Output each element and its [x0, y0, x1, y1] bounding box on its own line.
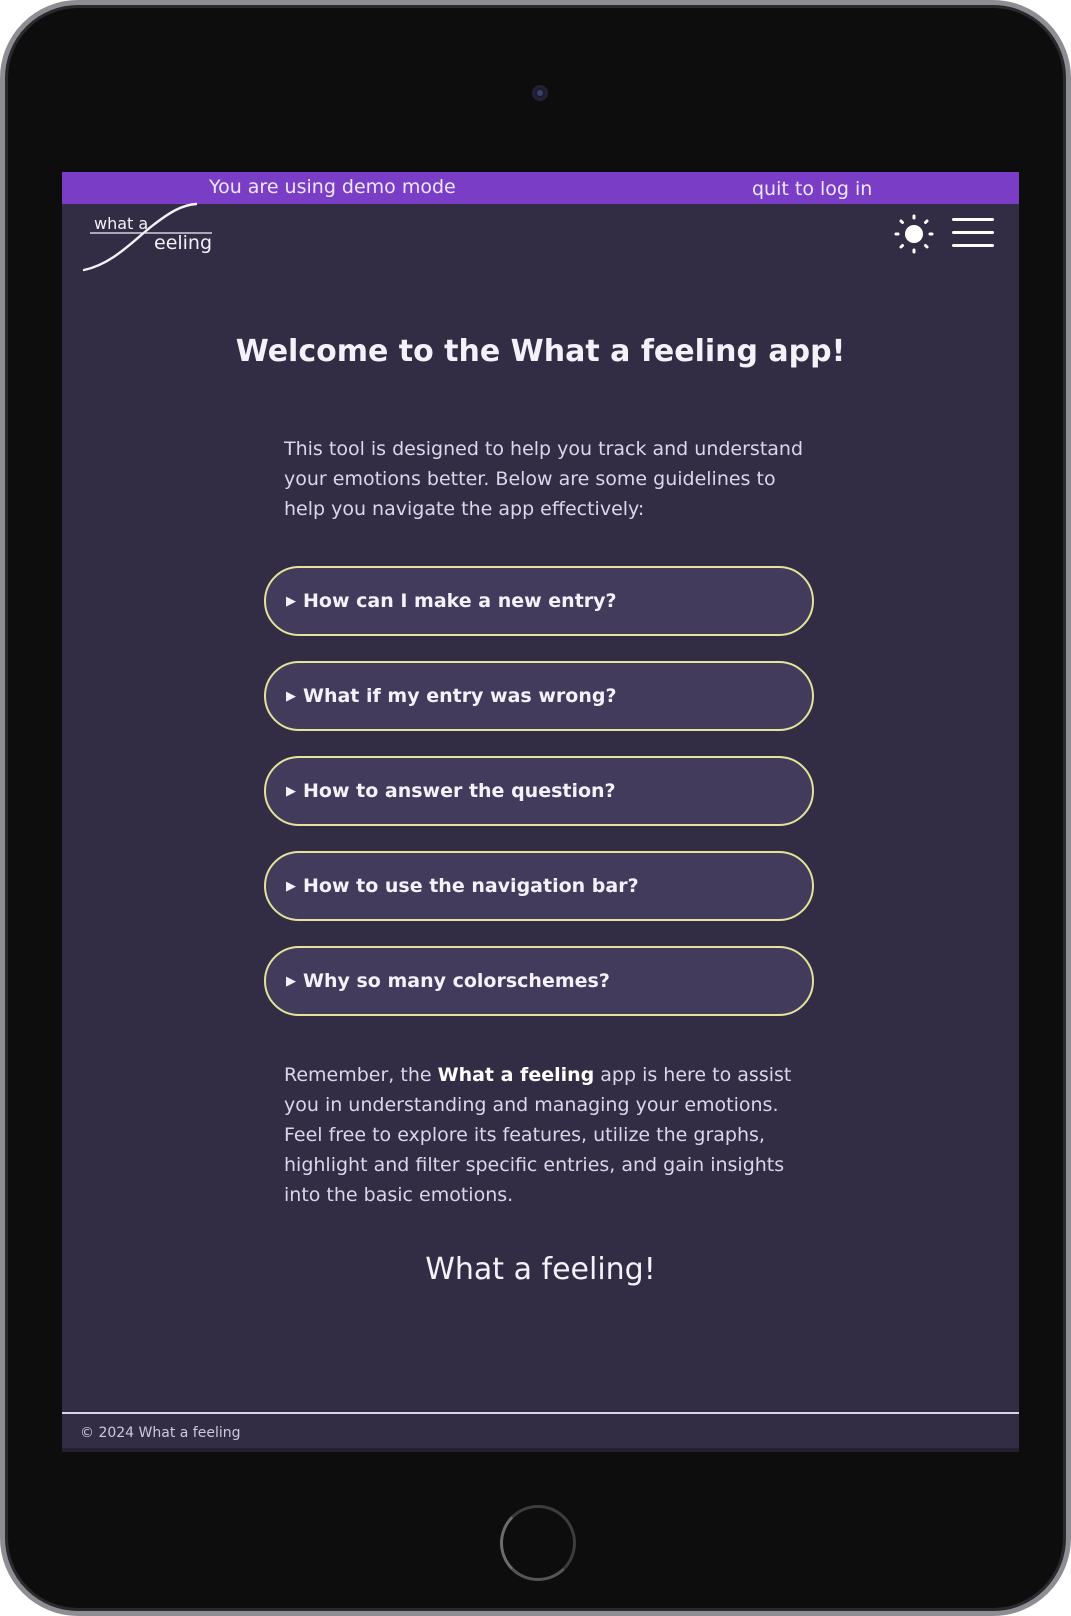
faq-question: Why so many colorschemes?: [303, 970, 610, 992]
faq-item-answer-question[interactable]: ▶ How to answer the question?: [264, 756, 814, 826]
demo-mode-banner: You are using demo mode quit to log in: [62, 172, 1019, 204]
footer-divider: [62, 1412, 1019, 1414]
sun-icon[interactable]: [894, 214, 934, 254]
expand-triangle-icon: ▶: [286, 878, 296, 894]
expand-triangle-icon: ▶: [286, 688, 296, 704]
faq-item-new-entry[interactable]: ▶ How can I make a new entry?: [264, 566, 814, 636]
app-logo[interactable]: what a eeling: [82, 202, 222, 282]
menu-bar-line: [952, 231, 994, 234]
faq-question: How to answer the question?: [303, 780, 616, 802]
expand-triangle-icon: ▶: [286, 593, 296, 609]
menu-bar-line: [952, 218, 994, 221]
intro-paragraph: This tool is designed to help you track …: [284, 438, 804, 520]
menu-bar-line: [952, 244, 994, 247]
logo-text-top: what a: [94, 214, 148, 233]
faq-question: What if my entry was wrong?: [303, 685, 617, 707]
faq-item-wrong-entry[interactable]: ▶ What if my entry was wrong?: [264, 661, 814, 731]
closing-paragraph: Remember, the What a feeling app is here…: [284, 1060, 809, 1210]
logo-text-bottom: eeling: [154, 232, 212, 254]
quit-to-login-link[interactable]: quit to log in: [752, 178, 872, 200]
faq-question: How to use the navigation bar?: [303, 875, 639, 897]
footer-copyright: © 2024 What a feeling: [80, 1425, 241, 1441]
front-camera: [532, 85, 548, 101]
page-title: Welcome to the What a feeling app!: [235, 334, 846, 369]
screen-bottom-edge: [62, 1448, 1019, 1452]
closing-text-prefix: Remember, the: [284, 1064, 438, 1086]
closing-app-name: What a feeling: [437, 1064, 595, 1086]
faq-item-navigation-bar[interactable]: ▶ How to use the navigation bar?: [264, 851, 814, 921]
faq-item-colorschemes[interactable]: ▶ Why so many colorschemes?: [264, 946, 814, 1016]
demo-mode-message: You are using demo mode: [209, 176, 456, 198]
app-screen: You are using demo mode quit to log in w…: [62, 172, 1019, 1452]
home-button[interactable]: [500, 1505, 576, 1581]
faq-question: How can I make a new entry?: [303, 590, 617, 612]
signoff-heading: What a feeling!: [425, 1252, 656, 1287]
hamburger-menu-icon[interactable]: [952, 218, 994, 250]
tablet-frame: You are using demo mode quit to log in w…: [0, 0, 1071, 1616]
expand-triangle-icon: ▶: [286, 783, 296, 799]
expand-triangle-icon: ▶: [286, 973, 296, 989]
